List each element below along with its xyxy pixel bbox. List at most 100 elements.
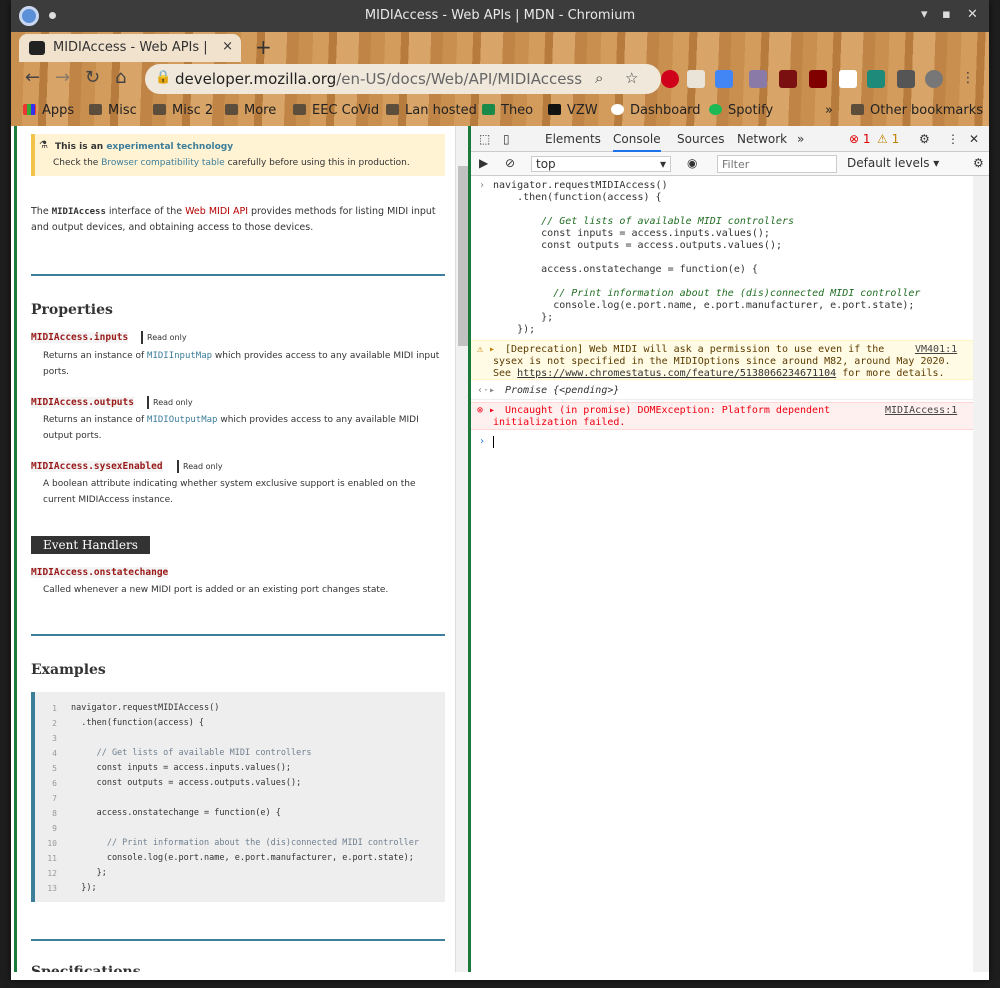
- prop-description: Returns an instance of MIDIOutputMap whi…: [43, 412, 443, 444]
- google-extension-icon[interactable]: [715, 70, 733, 88]
- more-tabs[interactable]: »: [797, 132, 804, 146]
- tab-console[interactable]: Console: [613, 132, 661, 152]
- console-scrollbar[interactable]: [973, 176, 989, 972]
- address-bar[interactable]: 🔒 developer.mozilla.org/en-US/docs/Web/A…: [145, 64, 661, 94]
- inspect-element-icon[interactable]: ⬚: [479, 132, 490, 146]
- line-number: 10: [47, 839, 57, 848]
- folder-icon: [386, 104, 399, 115]
- sidebar-toggle-icon[interactable]: ▶: [479, 156, 488, 170]
- bookmark-star-icon[interactable]: ☆: [625, 69, 638, 87]
- minimize-button[interactable]: ▾: [921, 7, 928, 22]
- page-scrollbar[interactable]: [455, 126, 469, 972]
- bookmark-label: Spotify: [728, 103, 774, 118]
- console-code-line: // Print information about the (dis)conn…: [493, 288, 921, 299]
- midiinputmap-link[interactable]: MIDIInputMap: [147, 351, 212, 361]
- chromestatus-link[interactable]: https://www.chromestatus.com/feature/513…: [517, 368, 836, 379]
- extension-icon[interactable]: [779, 70, 797, 88]
- warning-text: for more details.: [836, 368, 945, 379]
- web-midi-api-link[interactable]: Web MIDI API: [185, 206, 248, 217]
- bookmark-folder[interactable]: Misc: [89, 103, 137, 118]
- line-number: 11: [47, 854, 57, 863]
- line-number: 8: [52, 809, 57, 818]
- close-devtools-icon[interactable]: ✕: [969, 132, 979, 146]
- spotify-icon: [709, 104, 722, 115]
- compat-table-link[interactable]: Browser compatibility table: [101, 158, 225, 168]
- code-line: };: [71, 868, 107, 878]
- maximize-button[interactable]: ▪: [942, 7, 951, 22]
- folder-icon: [293, 104, 306, 115]
- bookmark-folder[interactable]: EEC CoVid: [293, 103, 379, 118]
- specifications-heading: Specifications: [31, 964, 141, 972]
- error-count[interactable]: ⊗ 1: [849, 132, 871, 146]
- bookmark-theo[interactable]: Theo: [482, 103, 533, 118]
- forward-button[interactable]: →: [55, 67, 70, 88]
- console-error-message[interactable]: ⊗ ▸ Uncaught (in promise) DOMException: …: [471, 402, 973, 430]
- scrollbar-thumb[interactable]: [458, 166, 468, 346]
- promise-result: Promise {<pending>}: [505, 385, 620, 396]
- prop-sysexenabled[interactable]: MIDIAccess.sysexEnabled: [31, 461, 163, 472]
- bookmark-apps[interactable]: Apps: [23, 103, 74, 118]
- bookmark-label: Apps: [42, 103, 75, 118]
- reload-button[interactable]: ↻: [85, 67, 100, 88]
- browser-tab[interactable]: MIDIAccess - Web APIs | MDN ×: [19, 34, 241, 62]
- profile-avatar[interactable]: [925, 70, 943, 88]
- console-prompt[interactable]: ›: [471, 434, 973, 450]
- settings-gear-icon[interactable]: ⚙: [919, 132, 930, 146]
- examples-heading: Examples: [31, 662, 106, 678]
- console-warning-message[interactable]: ⚠ ▸ [Deprecation] Web MIDI will ask a pe…: [471, 340, 973, 380]
- clear-console-icon[interactable]: ⊘: [505, 156, 515, 170]
- new-tab-button[interactable]: +: [255, 35, 272, 59]
- prop-inputs[interactable]: MIDIAccess.inputs: [31, 332, 129, 343]
- console-settings-icon[interactable]: ⚙: [973, 156, 984, 170]
- tab-elements[interactable]: Elements: [545, 132, 601, 146]
- error-source-link[interactable]: MIDIAccess:1: [885, 405, 957, 417]
- device-toolbar-icon[interactable]: ▯: [503, 132, 510, 146]
- opera-extension-icon[interactable]: [661, 70, 679, 88]
- extension-icon[interactable]: [839, 70, 857, 88]
- zoom-search-icon[interactable]: ⌕: [595, 69, 603, 87]
- read-only-badge: Read only: [141, 331, 191, 344]
- extension-icon[interactable]: [867, 70, 885, 88]
- close-tab-icon[interactable]: ×: [222, 39, 233, 54]
- experimental-link[interactable]: experimental technology: [106, 142, 233, 152]
- console-output[interactable]: › navigator.requestMIDIAccess() .then(fu…: [471, 176, 973, 972]
- read-only-badge: Read only: [177, 460, 227, 473]
- bookmark-folder[interactable]: Misc 2: [153, 103, 213, 118]
- desc-text: Returns an instance of: [43, 415, 148, 425]
- ublock-icon[interactable]: [809, 70, 827, 88]
- console-input-entry: › navigator.requestMIDIAccess() .then(fu…: [471, 178, 973, 336]
- prop-outputs[interactable]: MIDIAccess.outputs: [31, 397, 134, 408]
- live-expression-eye-icon[interactable]: ◉: [687, 156, 697, 170]
- example-code-block[interactable]: 1 navigator.requestMIDIAccess() 2 .then(f…: [31, 692, 445, 902]
- back-button[interactable]: ←: [25, 67, 40, 88]
- context-select[interactable]: top ▾: [531, 156, 671, 172]
- bookmark-dashboard[interactable]: Dashboard: [611, 103, 701, 118]
- warning-source-link[interactable]: VM401:1: [915, 344, 957, 356]
- close-window-button[interactable]: ✕: [967, 7, 978, 22]
- tab-sources[interactable]: Sources: [677, 132, 724, 146]
- tab-network[interactable]: Network: [737, 132, 787, 146]
- kebab-menu-icon[interactable]: ⋮: [947, 132, 959, 146]
- extension-icon[interactable]: [687, 70, 705, 88]
- console-result-row[interactable]: ‹·▸ Promise {<pending>}: [471, 382, 973, 400]
- bookmarks-overflow[interactable]: »: [825, 103, 833, 118]
- code-line: const inputs = access.inputs.values();: [71, 763, 292, 773]
- home-button[interactable]: ⌂: [115, 67, 126, 88]
- bookmark-spotify[interactable]: Spotify: [709, 103, 773, 118]
- extensions-puzzle-icon[interactable]: [897, 70, 915, 88]
- bookmark-folder[interactable]: Lan hosted: [386, 103, 477, 118]
- line-number: 13: [47, 884, 57, 893]
- prop-onstatechange[interactable]: MIDIAccess.onstatechange: [31, 567, 169, 578]
- kebab-menu-icon[interactable]: ⋮: [961, 70, 975, 86]
- desc-text: Returns an instance of: [43, 351, 148, 361]
- warning-count[interactable]: ⚠ 1: [877, 132, 899, 146]
- log-levels-dropdown[interactable]: Default levels ▾: [847, 156, 939, 170]
- other-bookmarks[interactable]: Other bookmarks: [851, 103, 983, 118]
- bookmark-vzw[interactable]: VZW: [548, 103, 598, 118]
- lock-icon: 🔒: [155, 70, 172, 85]
- console-filter-input[interactable]: [717, 155, 837, 173]
- error-count-value: 1: [862, 132, 871, 146]
- midioutputmap-link[interactable]: MIDIOutputMap: [147, 415, 217, 425]
- extension-icon[interactable]: [749, 70, 767, 88]
- bookmark-folder[interactable]: More: [225, 103, 276, 118]
